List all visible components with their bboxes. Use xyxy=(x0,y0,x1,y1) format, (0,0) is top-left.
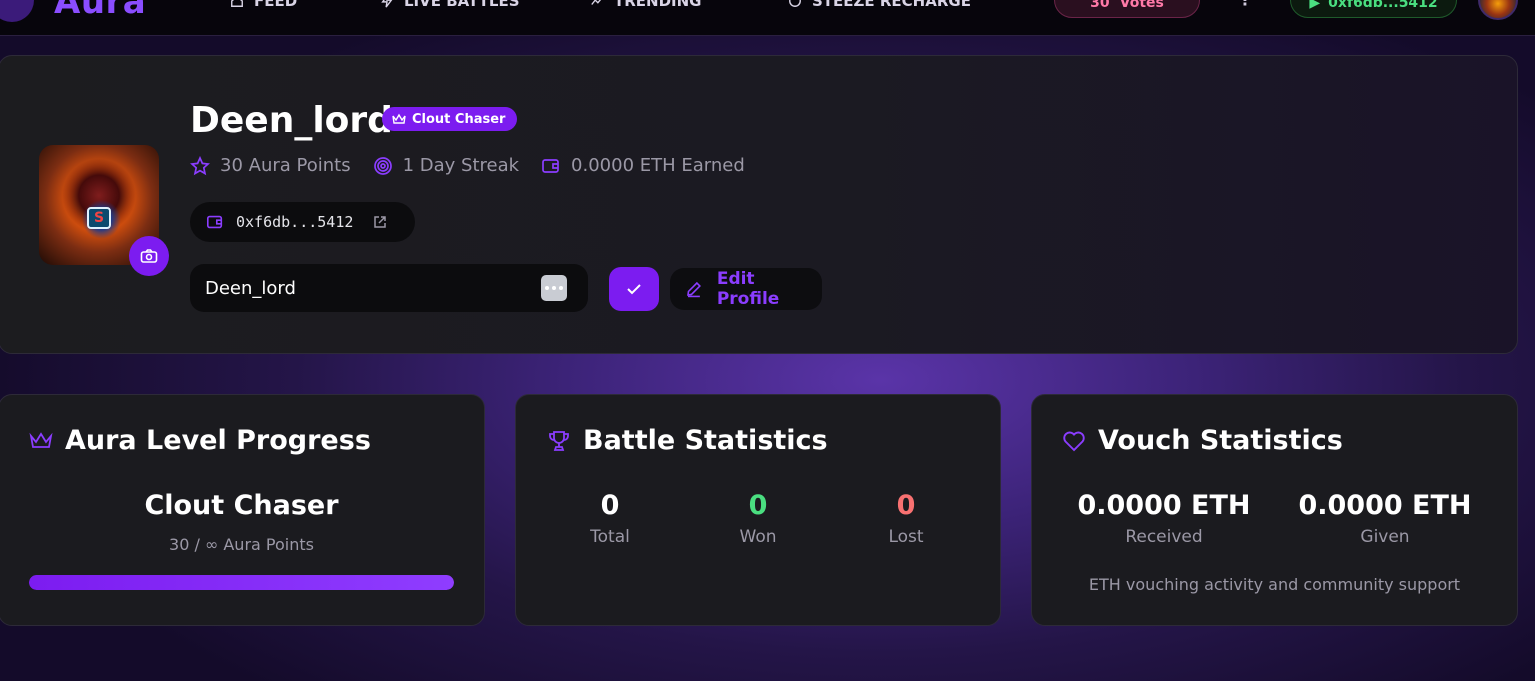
password-manager-icon[interactable] xyxy=(541,275,567,301)
camera-icon xyxy=(140,249,158,263)
nav-item-label: FEED xyxy=(254,0,298,10)
streak-stat: 1 Day Streak xyxy=(373,155,519,176)
battle-total-label: Total xyxy=(590,527,630,547)
check-icon xyxy=(627,284,641,295)
vouch-given-stat: 0.0000 ETH Given xyxy=(1275,490,1495,547)
trophy-icon xyxy=(549,430,569,451)
trending-icon xyxy=(591,0,602,5)
wallet-icon xyxy=(542,158,559,173)
target-icon xyxy=(373,156,392,175)
eth-earned-stat: 0.0000 ETH Earned xyxy=(541,155,745,176)
votes-count: 30 xyxy=(1090,0,1110,11)
battle-total-stat: 0 Total xyxy=(550,490,670,547)
nav-item-label: TRENDING xyxy=(614,0,702,10)
level-points: 30 / ∞ Aura Points xyxy=(169,535,314,554)
edit-profile-label: Edit Profile xyxy=(716,269,780,309)
battle-stats-title: Battle Statistics xyxy=(547,425,828,456)
battle-won-label: Won xyxy=(739,527,777,547)
change-avatar-button[interactable] xyxy=(129,236,169,276)
crown-icon xyxy=(392,113,406,124)
nav-avatar[interactable] xyxy=(1478,0,1518,20)
wallet-address-text: 0xf6db...5412 xyxy=(236,213,354,231)
vouch-given-label: Given xyxy=(1360,527,1410,547)
vouch-given-value: 0.0000 ETH xyxy=(1298,490,1472,521)
level-name: Clout Chaser xyxy=(144,490,339,521)
battle-won-value: 0 xyxy=(748,490,768,521)
wallet-address-chip[interactable]: 0xf6db...5412 xyxy=(190,202,415,242)
wallet-label: 0xf6db...5412 xyxy=(1328,0,1438,11)
lightning-icon xyxy=(381,0,393,8)
vouch-stats-title: Vouch Statistics xyxy=(1062,425,1343,456)
save-username-button[interactable] xyxy=(609,267,659,311)
vouch-note: ETH vouching activity and community supp… xyxy=(1088,575,1461,594)
nav-item-steeze-recharge[interactable]: STEEZE RECHARGE xyxy=(788,0,971,10)
external-link-icon[interactable] xyxy=(373,215,387,229)
wallet-icon xyxy=(206,215,223,229)
username-input[interactable] xyxy=(190,264,588,312)
heart-icon xyxy=(1063,431,1085,451)
edit-profile-button[interactable]: Edit Profile xyxy=(670,268,822,310)
profile-username: Deen_lord xyxy=(190,100,393,141)
nav-item-feed[interactable]: FEED xyxy=(230,0,297,10)
battle-won-stat: 0 Won xyxy=(698,490,818,547)
aura-level-title-text: Aura Level Progress xyxy=(65,425,371,456)
nav-item-label: STEEZE RECHARGE xyxy=(812,0,971,10)
aura-points-stat: 30 Aura Points xyxy=(190,155,351,176)
nav-item-label: LIVE BATTLES xyxy=(404,0,520,10)
battle-total-value: 0 xyxy=(600,490,620,521)
battle-lost-label: Lost xyxy=(888,527,924,547)
level-progress-bar xyxy=(29,575,454,590)
battle-lost-stat: 0 Lost xyxy=(846,490,966,547)
eth-earned-text: 0.0000 ETH Earned xyxy=(571,155,745,176)
vouch-stats-card: Vouch Statistics 0.0000 ETH Received 0.0… xyxy=(1031,394,1518,626)
logo-text[interactable]: Aura xyxy=(54,0,146,22)
hero-emblem-icon: S xyxy=(87,207,111,229)
vouch-received-label: Received xyxy=(1125,527,1203,547)
streak-text: 1 Day Streak xyxy=(402,155,520,176)
crown-icon xyxy=(29,431,53,448)
profile-stats-row: 30 Aura Points 1 Day Streak 0.0000 ETH E… xyxy=(190,155,767,176)
star-icon xyxy=(190,155,210,175)
battle-lost-value: 0 xyxy=(896,490,916,521)
wallet-pill[interactable]: ▶ 0xf6db...5412 xyxy=(1290,0,1457,18)
battle-stats-title-text: Battle Statistics xyxy=(583,425,828,456)
nav-item-live-battles[interactable]: LIVE BATTLES xyxy=(380,0,520,10)
aura-level-card: Aura Level Progress Clout Chaser 30 / ∞ … xyxy=(0,394,485,626)
level-badge: Clout Chaser xyxy=(382,107,518,131)
vouch-stats-title-text: Vouch Statistics xyxy=(1098,425,1343,456)
logo-icon[interactable] xyxy=(0,0,34,22)
pencil-icon xyxy=(687,281,701,298)
vouch-received-stat: 0.0000 ETH Received xyxy=(1054,490,1274,547)
top-navigation: Aura FEED LIVE BATTLES TRENDING STEEZE R… xyxy=(0,0,1535,36)
battle-stats-card: Battle Statistics 0 Total 0 Won 0 Lost xyxy=(515,394,1001,626)
level-badge-label: Clout Chaser xyxy=(412,111,506,127)
coin-icon xyxy=(789,0,801,7)
votes-pill[interactable]: 30 Votes xyxy=(1054,0,1200,18)
aura-level-title: Aura Level Progress xyxy=(29,425,371,456)
vouch-received-value: 0.0000 ETH xyxy=(1077,490,1251,521)
votes-label: Votes xyxy=(1119,0,1164,11)
aura-points-text: 30 Aura Points xyxy=(220,155,351,176)
level-progress-fill xyxy=(29,575,454,590)
home-icon xyxy=(231,0,243,7)
more-menu-icon[interactable]: ⋮ xyxy=(1237,0,1253,9)
play-icon: ▶ xyxy=(1309,0,1321,11)
nav-item-trending[interactable]: TRENDING xyxy=(590,0,701,10)
